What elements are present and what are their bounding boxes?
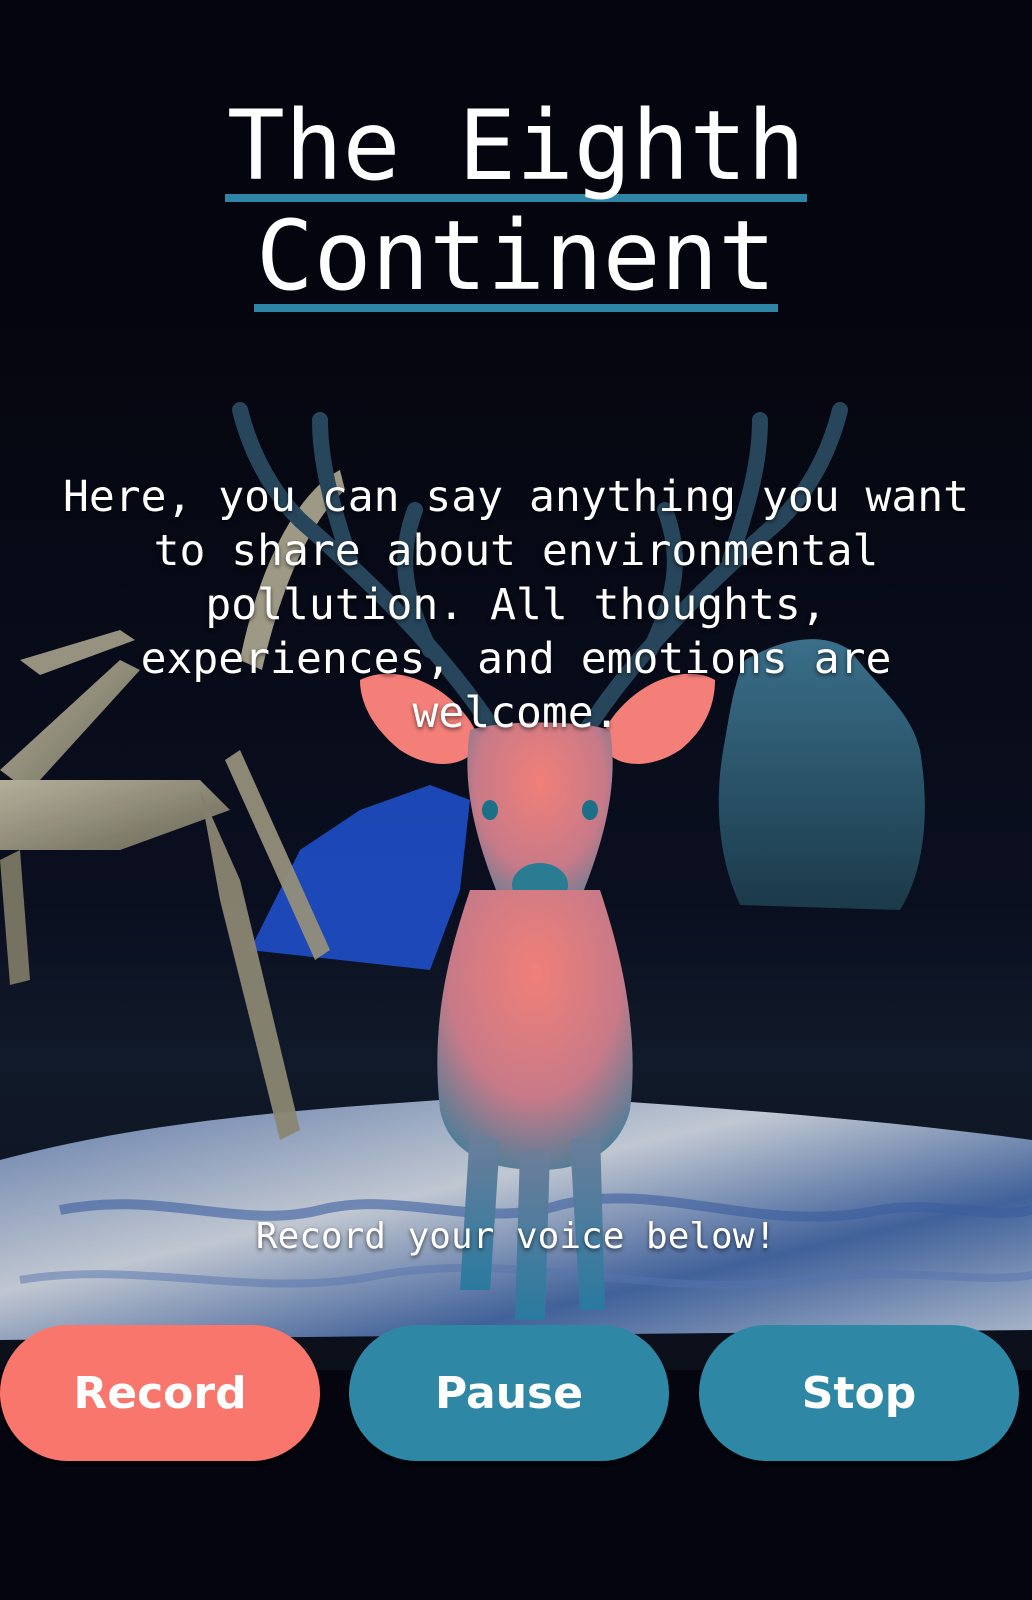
title-line-2: Continent — [253, 200, 779, 312]
stop-button[interactable]: Stop — [699, 1325, 1019, 1461]
deer-body — [437, 890, 633, 1170]
page-title: The Eighth Continent — [0, 92, 1032, 312]
record-hint-text: Record your voice below! — [255, 1216, 777, 1257]
record-button[interactable]: Record — [0, 1325, 320, 1461]
recording-controls: Record Pause Stop — [0, 1325, 1032, 1465]
instruction-text: Here, you can say anything you want to s… — [62, 472, 970, 738]
pause-button[interactable]: Pause — [349, 1325, 669, 1461]
app-screen: The Eighth Continent Here, you can say a… — [0, 0, 1032, 1600]
title-line-1: The Eighth — [225, 90, 807, 202]
